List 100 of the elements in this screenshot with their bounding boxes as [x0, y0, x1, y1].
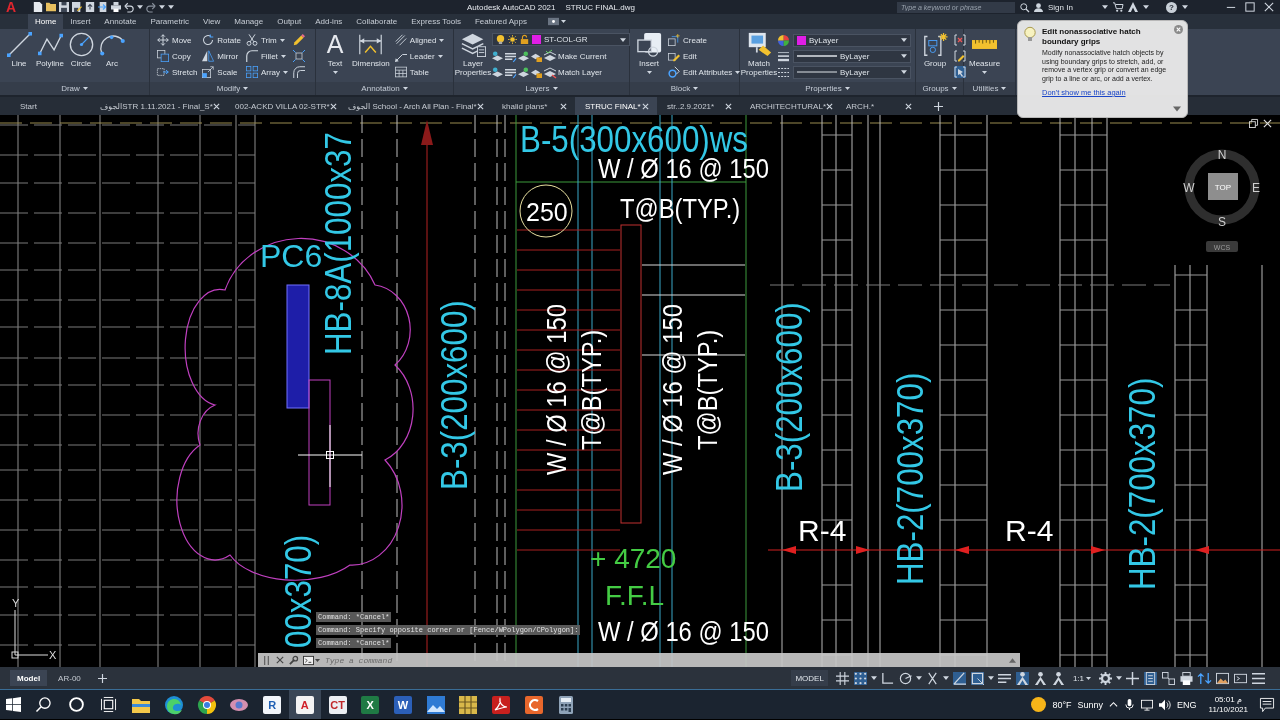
ribbon-tab[interactable]: Featured Apps: [467, 14, 534, 29]
panel-title[interactable]: Modify: [150, 82, 315, 95]
panel-title[interactable]: Groups: [916, 82, 963, 95]
layout-tab[interactable]: AR-00: [51, 670, 88, 686]
input-language[interactable]: ENG: [1177, 699, 1197, 710]
four-panes-icon[interactable]: [6, 697, 21, 712]
person-icon[interactable]: [1034, 2, 1043, 12]
panel-title[interactable]: Layers: [454, 82, 629, 95]
ribbon-tool-button[interactable]: Rotate: [202, 32, 241, 48]
folder-icon[interactable]: [46, 2, 56, 12]
grid-icon[interactable]: [835, 671, 849, 685]
ribbon-tab[interactable]: Manage: [227, 14, 271, 29]
dashed-lines-icon[interactable]: [778, 66, 789, 78]
peak-icon[interactable]: [1127, 2, 1138, 12]
polar-circle-icon[interactable]: [898, 671, 912, 685]
plus-icon[interactable]: [934, 101, 943, 111]
ribbon-tab[interactable]: Annotate: [97, 14, 144, 29]
ribbon-tool-button[interactable]: Scale: [202, 64, 241, 80]
terminal-icon[interactable]: [303, 654, 314, 666]
file-tab[interactable]: الجوفSTR 1.11.2021 - Final_S*: [90, 97, 225, 115]
taskbar-button[interactable]: CT: [321, 690, 354, 719]
ribbon-tool-button[interactable]: Arc: [98, 32, 126, 68]
thick-lines-icon[interactable]: [778, 50, 789, 62]
search-icon[interactable]: [35, 697, 51, 712]
ribbon-tool-button[interactable]: Circle: [67, 32, 95, 68]
annotation-figure-icon[interactable]: [1033, 671, 1047, 685]
file-tab[interactable]: khalid plans*: [492, 97, 575, 115]
plus-icon[interactable]: [1126, 671, 1139, 685]
panel-title[interactable]: Draw: [0, 82, 149, 95]
ribbon-tool-button[interactable]: Measure: [969, 32, 1001, 75]
ribbon-tool-button[interactable]: Match Layer: [492, 64, 630, 80]
file-tab[interactable]: Start: [0, 97, 90, 115]
wrench-icon[interactable]: [289, 655, 298, 665]
panel-title[interactable]: Utilities: [964, 82, 1015, 95]
monitor-icon[interactable]: [1141, 698, 1154, 711]
speaker-icon[interactable]: [1159, 698, 1172, 711]
ribbon-tool-button[interactable]: Mirror: [202, 48, 241, 64]
brackets-cross-icon[interactable]: [954, 34, 966, 46]
gear-icon[interactable]: [1099, 671, 1112, 685]
ribbon-tab[interactable]: Collaborate: [349, 14, 405, 29]
layer-dropdown[interactable]: ST-COL-GR: [492, 33, 630, 46]
taskbar-button[interactable]: W: [386, 690, 420, 719]
screen-icon[interactable]: [547, 16, 559, 27]
page-share-icon[interactable]: [98, 2, 108, 12]
file-tab[interactable]: 002-ACKD VILLA 02-STR*: [225, 97, 338, 115]
brackets-pencil-icon[interactable]: [954, 50, 966, 62]
ribbon-tool-button[interactable]: Insert: [635, 32, 663, 75]
caret-icon[interactable]: [137, 4, 143, 10]
taskbar-button[interactable]: R: [255, 690, 289, 719]
printer-icon[interactable]: [1180, 671, 1193, 685]
ribbon-tool-button[interactable]: Copy: [157, 48, 198, 64]
ribbon-tool-button[interactable]: Make Current: [492, 48, 630, 64]
ribbon-tool-button[interactable]: Polyline: [36, 32, 64, 68]
document-icon[interactable]: [1144, 671, 1157, 685]
ribbon-tool-button[interactable]: Trim: [245, 32, 289, 48]
ribbon-tool-button[interactable]: Aligned: [394, 32, 445, 48]
ribbon-tool-button[interactable]: Stretch: [157, 64, 198, 80]
floppy-pencil-icon[interactable]: [72, 2, 82, 12]
property-dropdown[interactable]: ByLayer: [793, 33, 911, 47]
ribbon-tool-button[interactable]: Group: [921, 32, 949, 68]
menu-icon[interactable]: [1252, 671, 1265, 685]
pencil-icon[interactable]: [293, 34, 306, 46]
ribbon-tab[interactable]: View: [196, 14, 228, 29]
page-upload-icon[interactable]: [85, 2, 95, 12]
speech-bubble-icon[interactable]: [1260, 697, 1274, 712]
file-tab[interactable]: ARCHITECHTURAL*: [740, 97, 836, 115]
ribbon-tab[interactable]: Add-ins: [308, 14, 350, 29]
ribbon-tool-button[interactable]: Move: [157, 32, 198, 48]
right-angle-icon[interactable]: [880, 671, 894, 685]
stacked-windows-icon[interactable]: [101, 697, 117, 712]
sign-in-button[interactable]: Sign In: [1048, 2, 1073, 12]
ribbon-tool-button[interactable]: A Text: [321, 32, 349, 75]
ribbon-tool-button[interactable]: Fillet: [245, 48, 289, 64]
square-target-icon[interactable]: [970, 671, 984, 685]
ribbon-tool-button[interactable]: Table: [394, 64, 445, 80]
ring-icon[interactable]: [68, 697, 84, 712]
slanted-cross-icon[interactable]: [925, 671, 939, 685]
chevron-up-icon[interactable]: [1109, 700, 1119, 709]
search-icon[interactable]: [1020, 2, 1029, 12]
restore-icon[interactable]: [1249, 119, 1258, 128]
ribbon-tab[interactable]: Insert: [63, 14, 98, 29]
shopping-cart-icon[interactable]: [1112, 2, 1123, 12]
file-tab[interactable]: الجوف School - Arch All Plan - Final*: [338, 97, 492, 115]
ribbon-tab[interactable]: Parametric: [143, 14, 197, 29]
brackets-cursor-icon[interactable]: [954, 66, 966, 78]
linked-squares-icon[interactable]: [1162, 671, 1175, 685]
command-input[interactable]: Type a command: [325, 654, 1004, 666]
text-lines-icon[interactable]: [997, 671, 1011, 685]
angle-icon[interactable]: [952, 671, 966, 685]
panel-title[interactable]: Properties: [740, 82, 915, 95]
down-triangle-icon[interactable]: [1173, 105, 1181, 113]
taskbar-button[interactable]: X: [353, 690, 387, 719]
redo-arrow-icon[interactable]: [146, 2, 156, 12]
parallel-curves-icon[interactable]: [293, 66, 306, 78]
annotation-scale-button[interactable]: 1:1: [1072, 673, 1091, 683]
picture-icon[interactable]: [1216, 671, 1229, 685]
weather-condition[interactable]: Sunny: [1077, 699, 1104, 710]
ribbon-tool-button[interactable]: Leader: [394, 48, 445, 64]
burst-square-icon[interactable]: [293, 50, 306, 62]
taskbar-button[interactable]: A: [288, 690, 322, 719]
